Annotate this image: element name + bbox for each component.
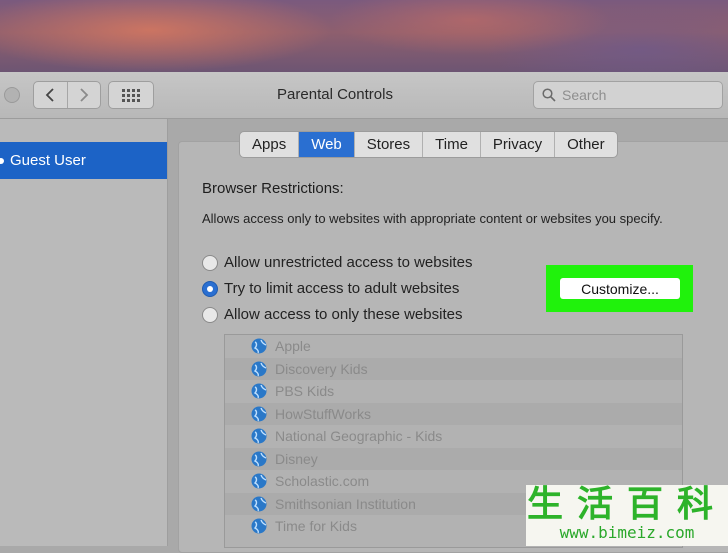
sidebar — [0, 119, 168, 546]
radio-button[interactable] — [202, 254, 218, 271]
tab-bar: Apps Web Stores Time Privacy Other — [239, 131, 618, 158]
show-all-button[interactable] — [108, 81, 154, 109]
watermark-url: www.bimeiz.com — [559, 523, 695, 542]
list-item-label: Discovery Kids — [275, 360, 368, 377]
forward-button[interactable] — [66, 82, 101, 108]
watermark: 生活百科 www.bimeiz.com — [526, 485, 728, 546]
globe-icon — [251, 406, 267, 422]
tab-time[interactable]: Time — [423, 132, 481, 157]
globe-icon — [251, 428, 267, 444]
tab-stores[interactable]: Stores — [355, 132, 424, 157]
tab-other[interactable]: Other — [555, 132, 617, 157]
window-title: Parental Controls — [277, 86, 393, 103]
radio-limit-adult[interactable]: Try to limit access to adult websites — [202, 280, 459, 297]
radio-label: Allow access to only these websites — [224, 306, 463, 323]
globe-icon — [251, 338, 267, 354]
sidebar-item-guest-user[interactable]: Guest User — [0, 142, 167, 179]
nav-buttons — [33, 81, 101, 109]
watermark-chinese: 生活百科 — [526, 484, 727, 525]
chevron-right-icon — [80, 88, 89, 102]
section-heading: Browser Restrictions: — [202, 180, 344, 197]
customize-button[interactable]: Customize... — [560, 278, 680, 299]
list-item-label: HowStuffWorks — [275, 405, 371, 422]
list-item-label: Disney — [275, 450, 318, 467]
list-item-label: Time for Kids — [275, 518, 357, 535]
list-item[interactable]: Discovery Kids — [225, 357, 682, 380]
desktop-wallpaper — [0, 0, 728, 72]
globe-icon — [251, 473, 267, 489]
globe-icon — [251, 451, 267, 467]
search-icon — [542, 88, 556, 102]
tab-apps[interactable]: Apps — [240, 132, 300, 157]
globe-icon — [251, 496, 267, 512]
list-item-label: National Geographic - Kids — [275, 428, 443, 445]
list-item[interactable]: Apple — [225, 335, 682, 358]
radio-button[interactable] — [202, 306, 218, 323]
radio-label: Allow unrestricted access to websites — [224, 254, 473, 271]
radio-label: Try to limit access to adult websites — [224, 280, 460, 297]
search-field[interactable]: Search — [533, 81, 723, 109]
list-item-label: PBS Kids — [275, 383, 335, 400]
radio-unrestricted[interactable]: Allow unrestricted access to websites — [202, 254, 472, 271]
section-description: Allows access only to websites with appr… — [202, 211, 663, 226]
back-button[interactable] — [34, 82, 67, 108]
list-item[interactable]: HowStuffWorks — [225, 402, 682, 425]
radio-button[interactable] — [202, 280, 218, 297]
list-item-label: Scholastic.com — [275, 473, 370, 490]
radio-only-these[interactable]: Allow access to only these websites — [202, 306, 462, 323]
window-close-button[interactable] — [4, 87, 20, 103]
grid-icon — [122, 88, 140, 102]
globe-icon — [251, 361, 267, 377]
list-item-label: Smithsonian Institution — [275, 495, 416, 512]
list-item[interactable]: PBS Kids — [225, 380, 682, 403]
tab-privacy[interactable]: Privacy — [481, 132, 556, 157]
list-item-label: Apple — [275, 338, 311, 355]
sidebar-item-label: Guest User — [10, 152, 86, 169]
list-item[interactable]: National Geographic - Kids — [225, 425, 682, 448]
chevron-left-icon — [45, 88, 54, 102]
globe-icon — [251, 518, 267, 534]
globe-icon — [251, 383, 267, 399]
tab-web[interactable]: Web — [299, 132, 355, 157]
status-dot-icon — [0, 157, 4, 164]
list-item[interactable]: Disney — [225, 447, 682, 470]
search-placeholder: Search — [562, 87, 607, 103]
